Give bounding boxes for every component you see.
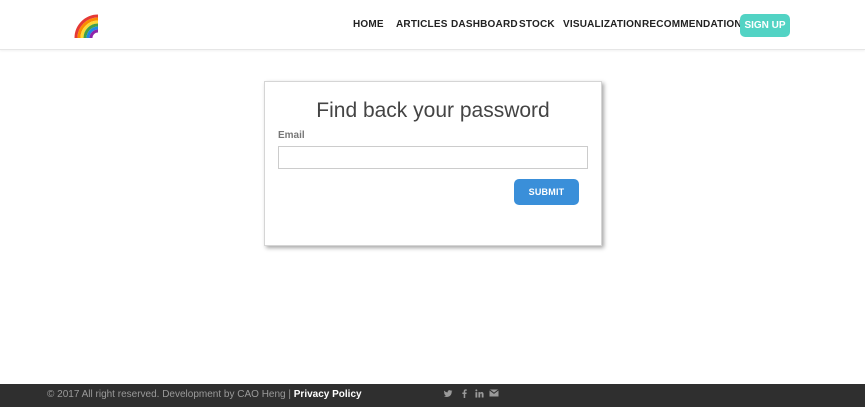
password-reset-card: Find back your password Email SUBMIT bbox=[264, 81, 602, 246]
nav-articles[interactable]: ARTICLES bbox=[396, 19, 448, 30]
page-title: Find back your password bbox=[316, 99, 550, 122]
submit-button[interactable]: SUBMIT bbox=[514, 179, 579, 205]
email-field[interactable] bbox=[278, 146, 588, 169]
privacy-policy-link[interactable]: Privacy Policy bbox=[294, 389, 362, 400]
nav-visualization[interactable]: VISUALIZATION bbox=[563, 19, 642, 30]
email-label: Email bbox=[278, 130, 305, 141]
linkedin-icon[interactable] bbox=[474, 389, 484, 402]
navbar: HOME ARTICLES DASHBOARD STOCK VISUALIZAT… bbox=[0, 0, 865, 50]
envelope-icon[interactable] bbox=[489, 389, 499, 401]
twitter-icon[interactable] bbox=[443, 389, 453, 402]
nav-recommendation[interactable]: RECOMMENDATION bbox=[642, 19, 742, 30]
copyright-text: © 2017 All right reserved. Development b… bbox=[47, 389, 362, 400]
copyright-label: © 2017 All right reserved. Development b… bbox=[47, 389, 294, 400]
nav-home[interactable]: HOME bbox=[353, 19, 384, 30]
sign-up-button[interactable]: SIGN UP bbox=[740, 14, 790, 37]
rainbow-icon[interactable] bbox=[74, 13, 100, 39]
facebook-icon[interactable] bbox=[459, 389, 469, 402]
nav-stock[interactable]: STOCK bbox=[519, 19, 555, 30]
footer: © 2017 All right reserved. Development b… bbox=[0, 384, 865, 407]
nav-dashboard[interactable]: DASHBOARD bbox=[451, 19, 518, 30]
